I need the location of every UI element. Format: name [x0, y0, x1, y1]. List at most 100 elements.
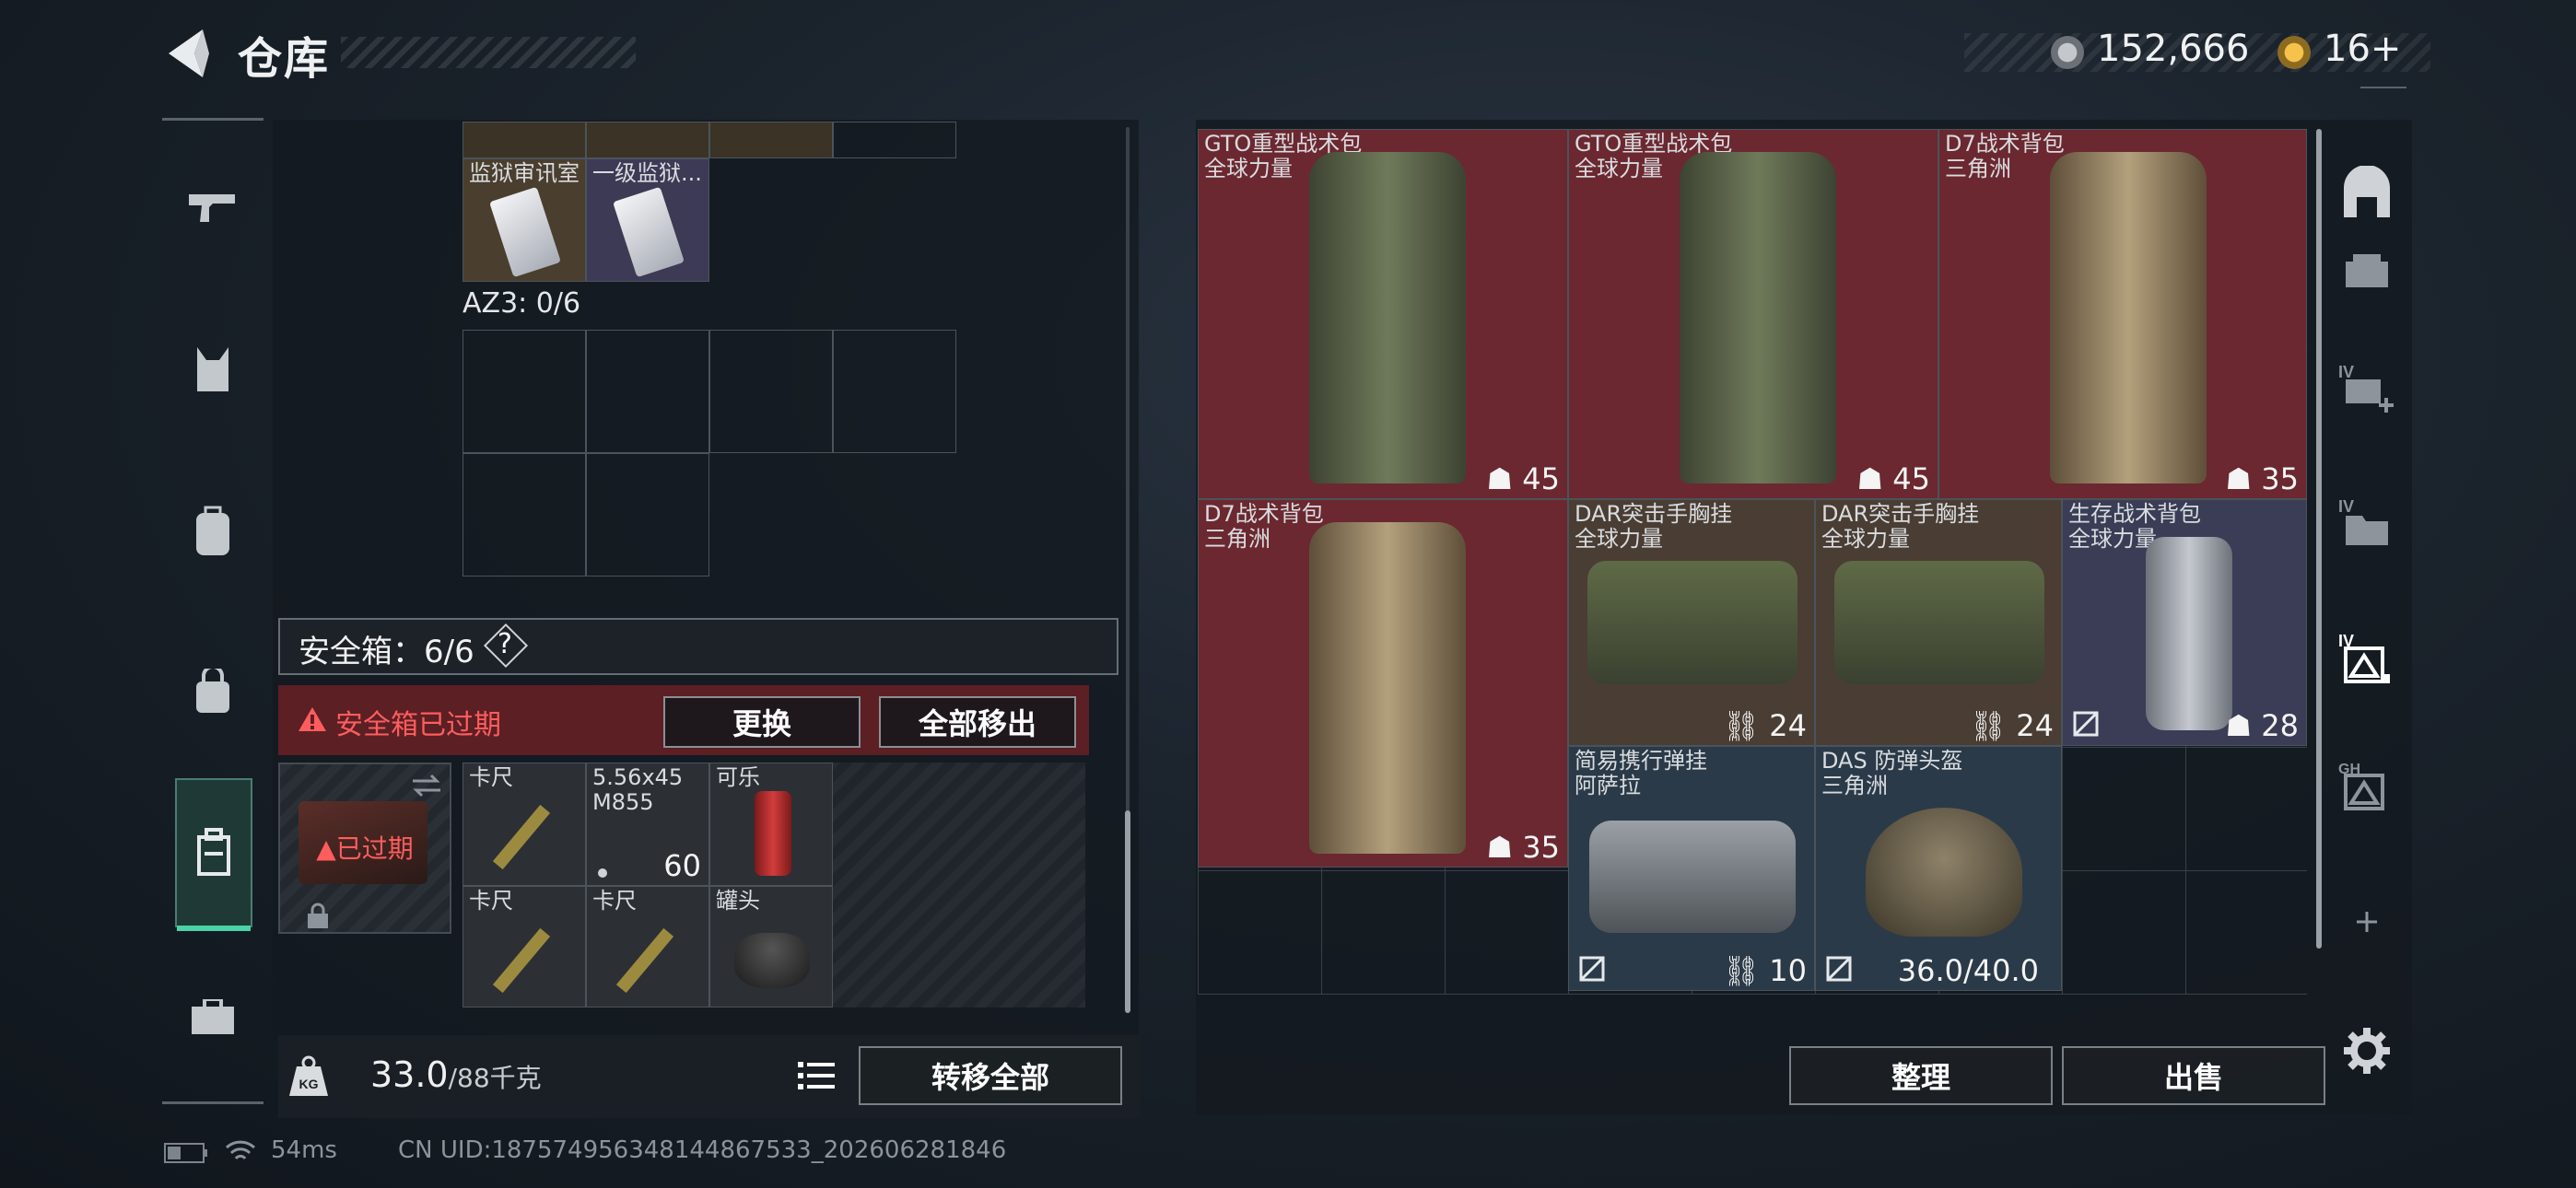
stash-tab-4-icon[interactable]: IV [2336, 628, 2397, 689]
stash-tab-2-icon[interactable]: IV [2336, 359, 2397, 420]
stash-item[interactable]: DAS 防弹头盔 三角洲 36.0/40.0 [1815, 746, 2062, 991]
item-brand: 全球力量 [1204, 156, 1293, 181]
stash-item[interactable]: DAR突击手胸挂 全球力量 ⛓ 24 [1815, 499, 2062, 746]
container-slot[interactable] [463, 330, 586, 453]
ammo-dot [598, 868, 607, 878]
no-insure-icon [1826, 956, 1852, 982]
nav-bottom-line [162, 1101, 263, 1104]
right-scrollbar-thumb[interactable] [2316, 129, 2322, 949]
item-brand: 全球力量 [1575, 526, 1663, 552]
caliper-image [492, 804, 551, 870]
backpack-image [2050, 152, 2207, 483]
inventory-cell[interactable] [709, 122, 833, 158]
keycard-image [613, 186, 685, 278]
item-brand: 全球力量 [1821, 526, 1910, 552]
safe-box-label: 安全箱：6/6 [299, 634, 474, 670]
key-card-item[interactable]: 一级监狱... [586, 158, 709, 282]
item-brand: 三角洲 [1945, 156, 2011, 181]
weight-readout: 33.0/88千克 [370, 1054, 542, 1095]
safe-box-slot[interactable]: ▲已过期 [278, 763, 451, 934]
item-name: 可乐 [716, 764, 760, 790]
no-insure-icon [2073, 711, 2099, 737]
help-icon[interactable]: ? [498, 628, 512, 660]
item-name: 5.56x45 M855 [592, 764, 684, 815]
item-name: 卡尺 [592, 888, 637, 914]
swap-icon[interactable] [409, 772, 444, 799]
item-name: 一级监狱... [592, 160, 702, 186]
container-slot[interactable] [586, 453, 709, 577]
side-tabs-line [2360, 87, 2406, 88]
left-scrollbar-thumb[interactable] [1125, 810, 1130, 1013]
safe-item[interactable]: 可乐 [709, 763, 833, 886]
page-title: 仓库 [238, 33, 331, 85]
stash-item[interactable]: 简易携行弹挂 阿萨拉 ⛓ 10 [1568, 746, 1815, 991]
pistol-icon [189, 194, 235, 222]
key-card-item[interactable]: 监狱审讯室 [463, 158, 586, 282]
item-brand: 三角洲 [1204, 526, 1270, 552]
item-name: 罐头 [716, 888, 760, 914]
stash-item[interactable]: GTO重型战术包 全球力量 ☗ 45 [1198, 129, 1568, 499]
item-capacity: ☗ 35 [1486, 830, 1560, 865]
stash-tab-3-icon[interactable]: IV [2336, 494, 2397, 554]
stash-tab-1-icon[interactable] [2336, 249, 2397, 309]
item-brand: 全球力量 [1575, 156, 1663, 181]
keycard-image [489, 186, 561, 278]
backpack-image [1680, 152, 1836, 483]
stash-item[interactable]: D7战术背包 三角洲 ☗ 35 [1938, 129, 2307, 499]
no-insure-icon [1579, 956, 1605, 982]
item-capacity: ☗ 45 [1486, 461, 1560, 496]
stash-item[interactable]: D7战术背包 三角洲 ☗ 35 [1198, 499, 1568, 868]
stash-home-icon[interactable] [2336, 166, 2397, 227]
inventory-cell[interactable] [463, 122, 586, 158]
item-name: 生存战术背包 [2068, 501, 2201, 527]
container-slot[interactable] [586, 330, 709, 453]
warning-text: 安全箱已过期 [335, 709, 501, 741]
list-view-button[interactable] [790, 1050, 842, 1101]
stash-item[interactable]: GTO重型战术包 全球力量 ☗ 45 [1568, 129, 1938, 499]
safe-item[interactable]: 5.56x45 M855 60 [586, 763, 709, 886]
sell-button[interactable]: 出售 [2062, 1046, 2325, 1105]
helmet-image [1866, 808, 2022, 937]
item-capacity: ☗ 35 [2225, 461, 2299, 496]
nav-briefcase[interactable] [175, 976, 251, 1059]
wifi-icon [225, 1140, 256, 1160]
add-stash-tab-icon[interactable] [2336, 891, 2397, 952]
inventory-cell[interactable] [586, 122, 709, 158]
back-icon[interactable] [161, 26, 217, 81]
safe-item[interactable]: 卡尺 [586, 886, 709, 1007]
nav-weapons[interactable] [175, 166, 251, 249]
safe-item[interactable]: 卡尺 [463, 763, 586, 886]
cola-can-image [755, 791, 791, 876]
remove-all-button[interactable]: 全部移出 [879, 696, 1076, 748]
sort-button[interactable]: 整理 [1789, 1046, 2053, 1105]
safe-item[interactable]: 卡尺 [463, 886, 586, 1007]
transfer-all-button[interactable]: 转移全部 [859, 1046, 1122, 1105]
lock-icon [308, 903, 328, 928]
currency-premium: 16+ [2324, 28, 2402, 70]
item-capacity: ⛓ 10 [1722, 953, 1807, 988]
nav-pouch[interactable] [175, 650, 251, 733]
safe-item[interactable]: 罐头 [709, 886, 833, 1007]
settings-gear-icon[interactable] [2336, 1020, 2397, 1081]
stash-item[interactable]: DAR突击手胸挂 全球力量 ⛓ 24 [1568, 499, 1815, 746]
stash-item[interactable]: 生存战术背包 全球力量 ☗ 28 [2062, 499, 2307, 746]
nav-backpack[interactable] [175, 490, 251, 573]
backpack-image [1309, 152, 1466, 483]
inventory-cell[interactable] [833, 122, 956, 158]
stash-tab-5-icon[interactable]: GH [2336, 755, 2397, 816]
item-name: 卡尺 [469, 888, 513, 914]
container-slot[interactable] [463, 453, 586, 577]
nav-safe-box[interactable] [175, 778, 252, 931]
item-capacity: ☗ 28 [2225, 708, 2299, 743]
container-slot[interactable] [833, 330, 956, 453]
svg-text:IV: IV [2338, 363, 2354, 381]
chest-rig-image [1589, 821, 1796, 933]
safe-box-icon [197, 828, 230, 876]
currency-coins: 152,666 [2097, 28, 2250, 70]
container-slot[interactable] [709, 330, 833, 453]
replace-button[interactable]: 更换 [663, 696, 861, 748]
warning-icon [299, 707, 326, 731]
item-brand: 三角洲 [1821, 773, 1888, 798]
nav-vest[interactable] [175, 328, 251, 411]
chest-rig-image [1587, 561, 1797, 684]
